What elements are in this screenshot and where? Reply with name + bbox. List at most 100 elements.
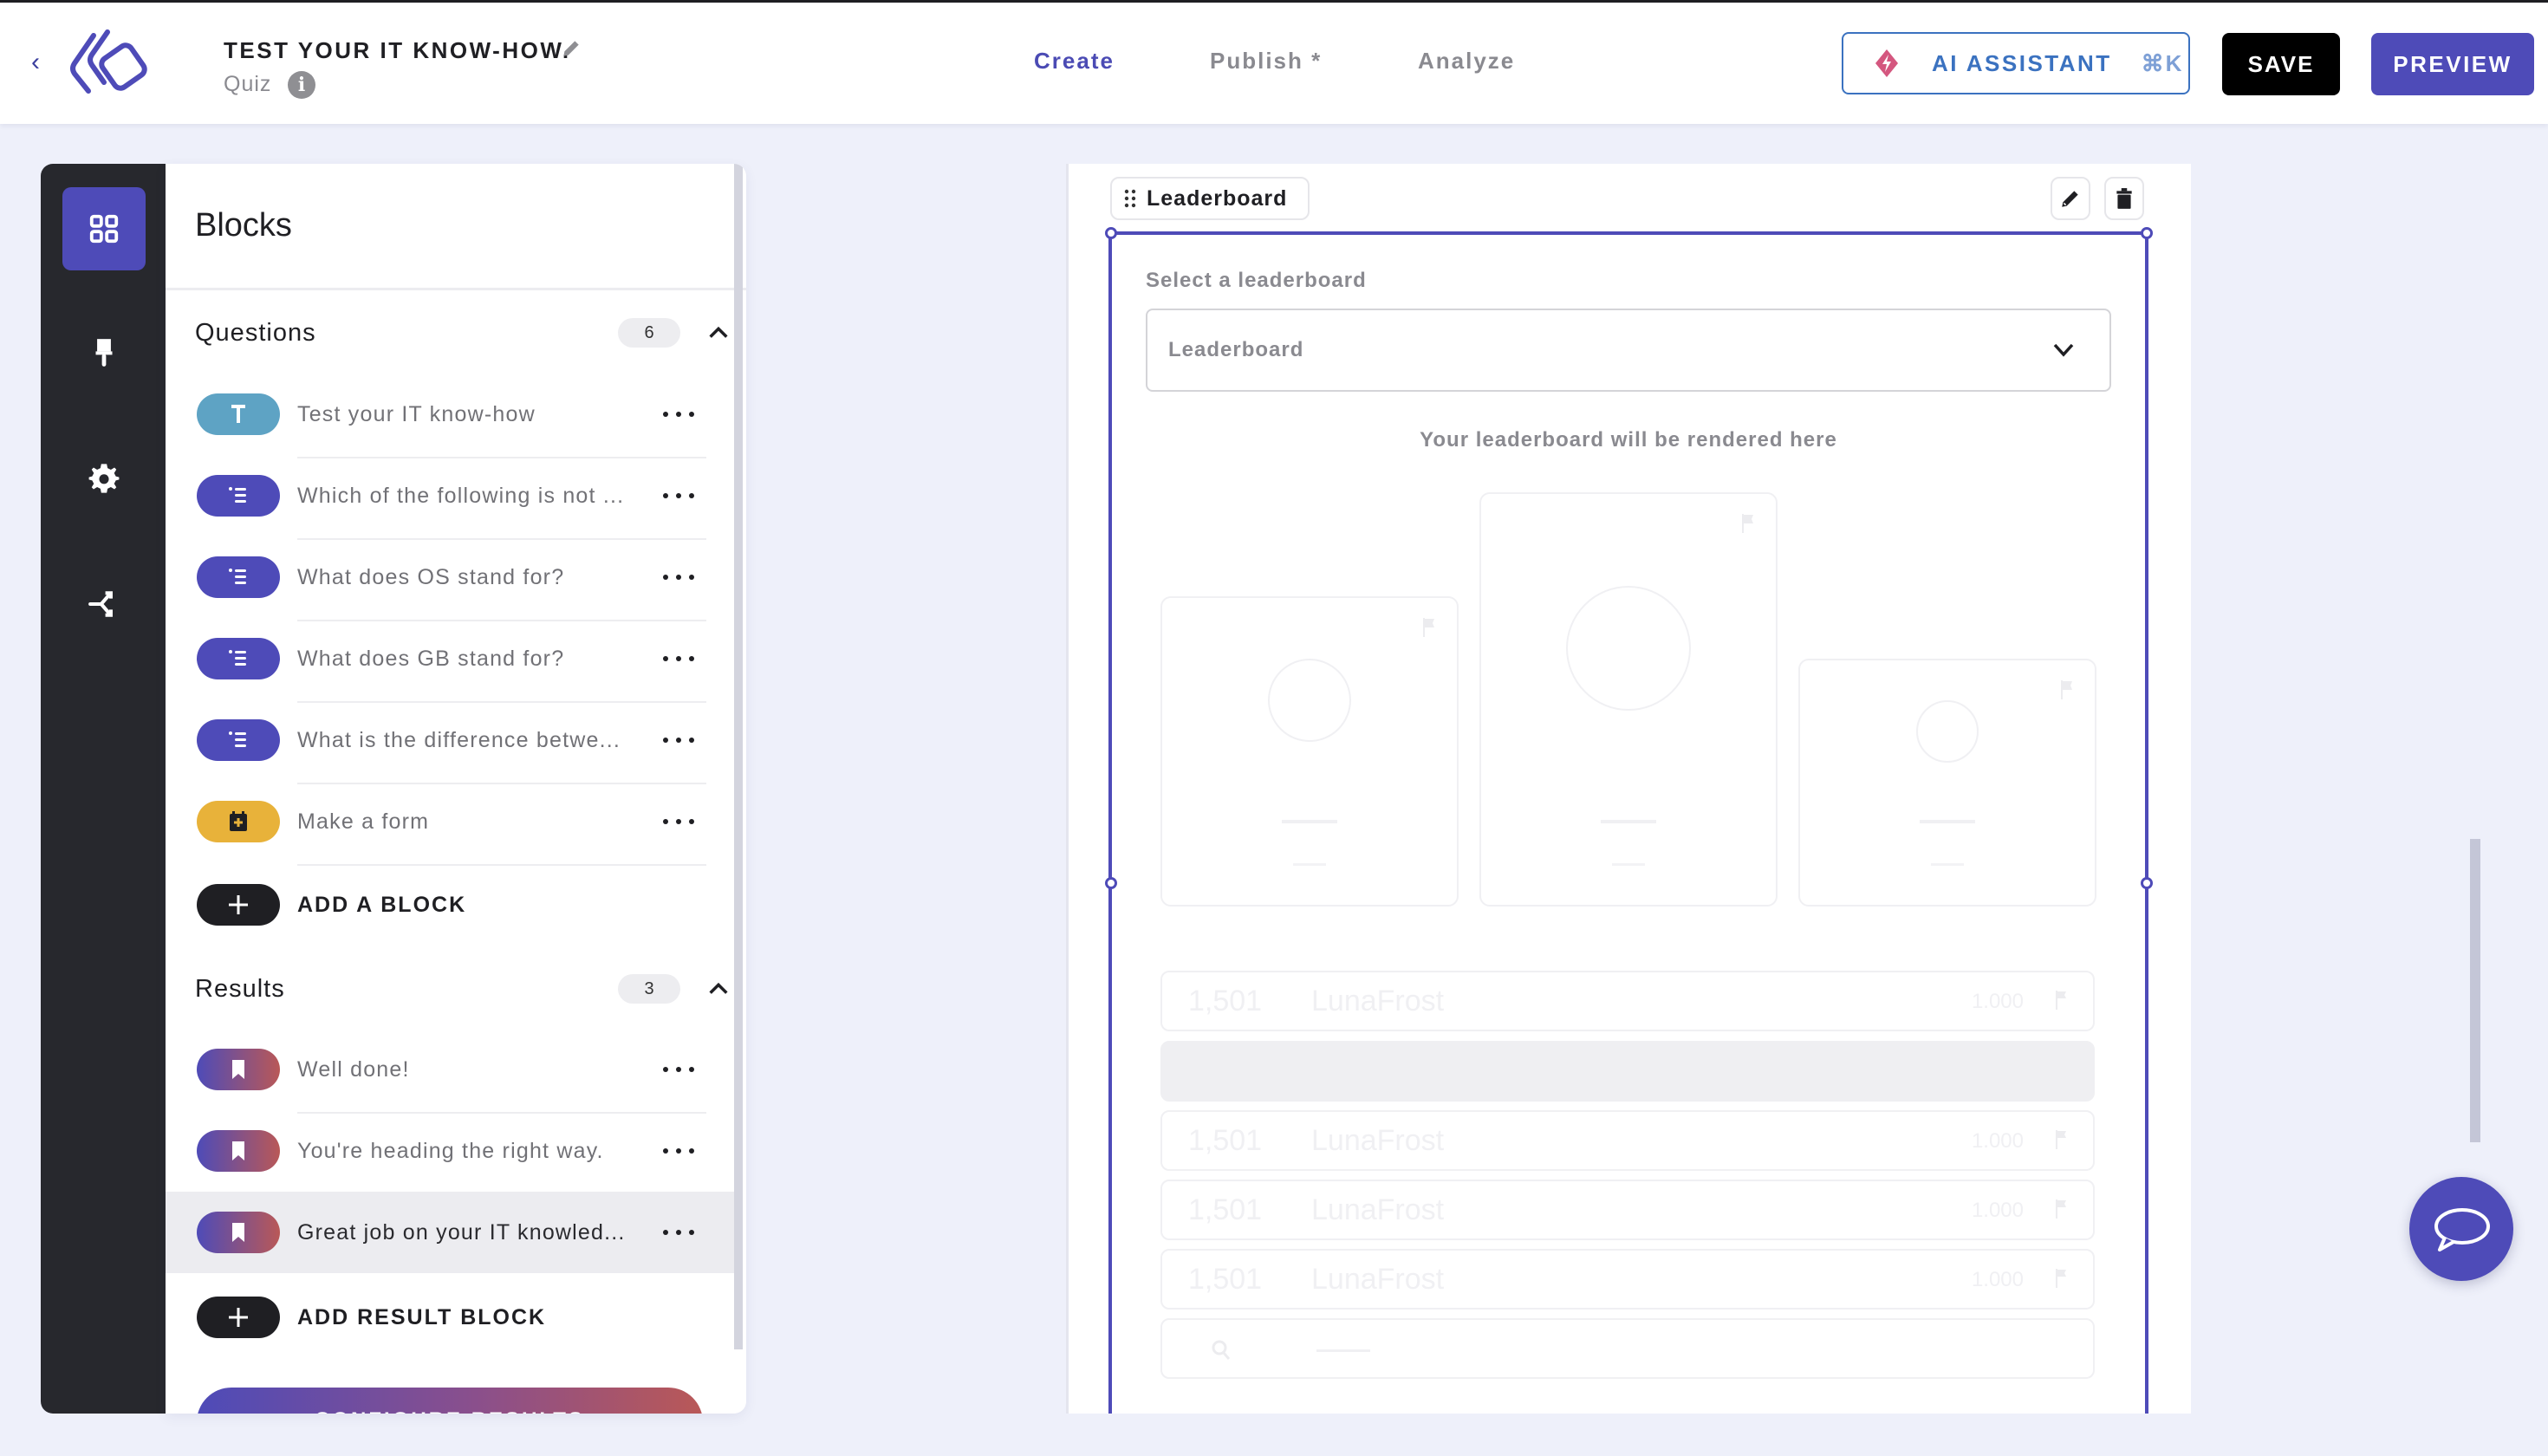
question-item[interactable]: Make a form bbox=[166, 781, 734, 862]
ai-assistant-label: AI ASSISTANT bbox=[1932, 49, 2112, 76]
score-placeholder bbox=[1931, 863, 1964, 866]
result-item[interactable]: Well done! bbox=[166, 1029, 734, 1110]
left-rail bbox=[41, 164, 166, 1414]
row-name: LunaFrost bbox=[1311, 1263, 1445, 1296]
add-pill bbox=[197, 884, 280, 926]
list-icon bbox=[229, 731, 246, 747]
configure-results-button[interactable]: CONFIGURE RESULTS bbox=[197, 1388, 703, 1414]
avatar-placeholder bbox=[1268, 659, 1351, 742]
result-item-selected[interactable]: Great job on your IT knowled... bbox=[166, 1192, 734, 1273]
pencil-icon[interactable] bbox=[560, 37, 582, 60]
row-rank: 1,501 bbox=[1188, 985, 1263, 1017]
more-options-icon[interactable] bbox=[663, 573, 694, 582]
result-block-pill bbox=[197, 1049, 280, 1090]
resize-handle[interactable] bbox=[2141, 877, 2153, 889]
chat-support-button[interactable] bbox=[2409, 1177, 2513, 1281]
resize-handle[interactable] bbox=[1105, 877, 1117, 889]
questions-section-header[interactable]: Questions 6 bbox=[195, 307, 728, 359]
add-result-block-button[interactable]: ADD RESULT BLOCK bbox=[166, 1277, 734, 1358]
resize-handle[interactable] bbox=[2141, 227, 2153, 239]
name-placeholder bbox=[1601, 820, 1656, 823]
block-label-chip[interactable]: Leaderboard bbox=[1110, 177, 1310, 220]
results-count-badge: 3 bbox=[618, 974, 680, 1004]
more-options-icon[interactable] bbox=[663, 491, 694, 500]
more-options-icon[interactable] bbox=[663, 654, 694, 663]
delete-block-button[interactable] bbox=[2104, 177, 2144, 220]
add-block-button[interactable]: ADD A BLOCK bbox=[166, 864, 734, 946]
row-name: LunaFrost bbox=[1311, 985, 1445, 1017]
result-item[interactable]: You're heading the right way. bbox=[166, 1110, 734, 1192]
rail-item-logic[interactable] bbox=[62, 562, 146, 646]
more-options-icon[interactable] bbox=[663, 817, 694, 826]
leaderboard-select-value: Leaderboard bbox=[1168, 338, 1304, 361]
more-options-icon[interactable] bbox=[663, 1147, 694, 1155]
leaderboard-row: 1,501 LunaFrost 1.000 bbox=[1160, 1110, 2095, 1171]
row-score: 1.000 bbox=[1971, 1199, 2024, 1222]
preview-button[interactable]: PREVIEW bbox=[2371, 33, 2534, 95]
trash-icon bbox=[2116, 188, 2132, 209]
blocks-panel: Blocks Questions 6 Test your IT know-how… bbox=[166, 164, 746, 1414]
question-item[interactable]: What does OS stand for? bbox=[166, 536, 734, 618]
add-block-label: ADD A BLOCK bbox=[297, 892, 467, 917]
branch-logic-icon bbox=[88, 591, 113, 617]
panel-title: Blocks bbox=[166, 164, 746, 290]
more-options-icon[interactable] bbox=[663, 1228, 694, 1237]
result-label: Great job on your IT knowled... bbox=[297, 1219, 626, 1245]
pencil-icon bbox=[2062, 191, 2078, 207]
result-label: You're heading the right way. bbox=[297, 1138, 604, 1163]
question-item[interactable]: What does GB stand for? bbox=[166, 618, 734, 699]
edit-block-button[interactable] bbox=[2051, 177, 2090, 220]
question-item[interactable]: Test your IT know-how bbox=[166, 374, 734, 455]
question-label: What is the difference betwe... bbox=[297, 727, 621, 752]
add-pill bbox=[197, 1297, 280, 1338]
text-block-pill bbox=[197, 393, 280, 435]
resize-handle[interactable] bbox=[1105, 227, 1117, 239]
score-placeholder bbox=[1612, 863, 1645, 866]
paint-brush-icon bbox=[95, 339, 113, 367]
more-options-icon[interactable] bbox=[663, 736, 694, 744]
leaderboard-row: 1,501 LunaFrost 1.000 bbox=[1160, 1180, 2095, 1240]
tab-publish[interactable]: Publish * bbox=[1210, 48, 1322, 75]
leaderboard-row-highlight bbox=[1160, 1041, 2095, 1102]
rail-item-design[interactable] bbox=[62, 311, 146, 394]
gear-icon bbox=[88, 464, 120, 493]
app-header: ‹ TEST YOUR IT KNOW-HOW. Quiz i Create P… bbox=[0, 3, 2548, 124]
search-icon bbox=[1212, 1340, 1231, 1360]
page-scrollbar[interactable] bbox=[2470, 839, 2480, 1142]
question-label: What does GB stand for? bbox=[297, 646, 565, 671]
chevron-up-icon[interactable] bbox=[706, 977, 731, 1001]
back-chevron-icon[interactable]: ‹ bbox=[31, 49, 49, 75]
question-label: Which of the following is not ... bbox=[297, 483, 625, 508]
avatar-placeholder bbox=[1566, 586, 1691, 711]
row-score: 1.000 bbox=[1971, 1129, 2024, 1153]
results-section-header[interactable]: Results 3 bbox=[195, 963, 728, 1015]
flag-icon bbox=[2056, 1269, 2066, 1288]
tab-create[interactable]: Create bbox=[1034, 48, 1115, 75]
question-label: Make a form bbox=[297, 809, 430, 834]
tab-analyze[interactable]: Analyze bbox=[1418, 48, 1515, 75]
drag-handle-icon[interactable] bbox=[1124, 189, 1136, 208]
more-options-icon[interactable] bbox=[663, 1065, 694, 1074]
text-icon bbox=[231, 405, 245, 423]
chevron-up-icon[interactable] bbox=[706, 321, 731, 345]
rail-item-settings[interactable] bbox=[62, 437, 146, 520]
question-block-pill bbox=[197, 719, 280, 761]
rail-item-blocks[interactable] bbox=[62, 187, 146, 270]
question-block-pill bbox=[197, 556, 280, 598]
leaderboard-select[interactable]: Leaderboard bbox=[1146, 309, 2111, 392]
panel-scrollbar[interactable] bbox=[734, 164, 743, 1349]
search-placeholder-line bbox=[1316, 1349, 1370, 1352]
save-button[interactable]: SAVE bbox=[2222, 33, 2340, 95]
form-icon bbox=[230, 811, 247, 831]
more-options-icon[interactable] bbox=[663, 410, 694, 419]
question-item[interactable]: Which of the following is not ... bbox=[166, 455, 734, 536]
name-placeholder bbox=[1282, 820, 1337, 823]
list-icon bbox=[229, 569, 246, 584]
podium-third bbox=[1798, 659, 2096, 907]
app-logo-icon[interactable] bbox=[59, 29, 156, 98]
score-placeholder bbox=[1293, 863, 1326, 866]
question-item[interactable]: What is the difference betwe... bbox=[166, 699, 734, 781]
quiz-title[interactable]: TEST YOUR IT KNOW-HOW. bbox=[224, 37, 571, 64]
ai-assistant-button[interactable]: AI ASSISTANT ⌘K bbox=[1842, 32, 2190, 94]
info-icon[interactable]: i bbox=[288, 71, 315, 99]
